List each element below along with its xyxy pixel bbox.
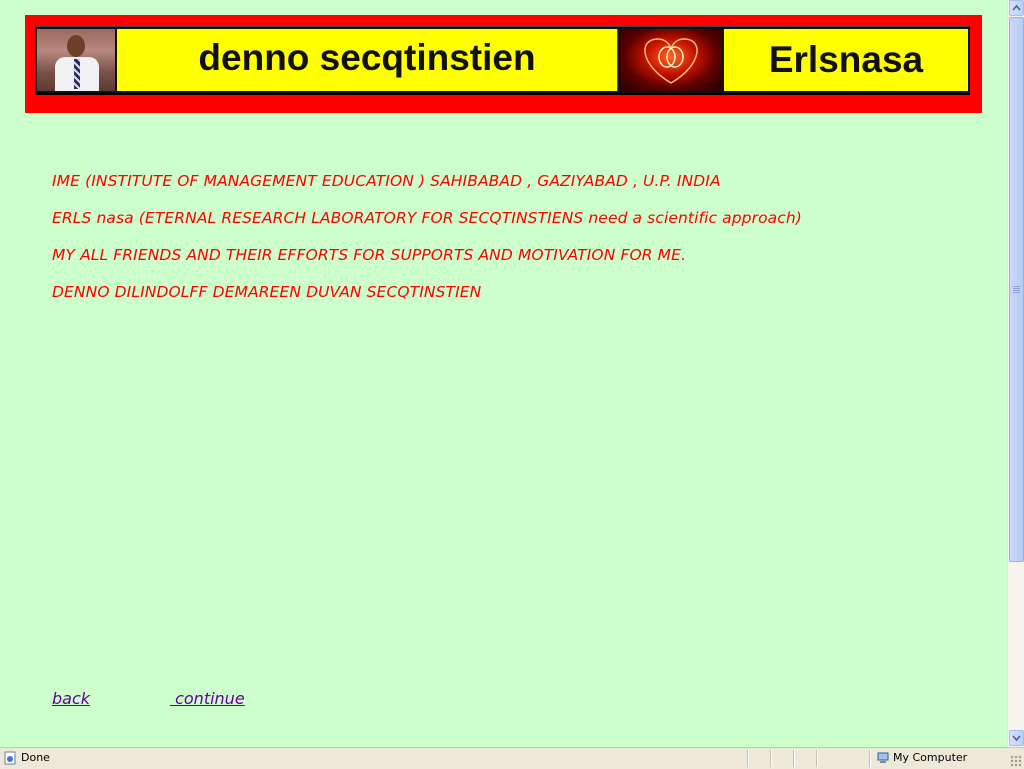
banner-strip: denno secqtinstien Erlsnasa — [35, 26, 970, 95]
ie-page-icon — [4, 751, 16, 765]
acknowledgement-line: DENNO DILINDOLFF DEMAREEN DUVAN SECQTINS… — [52, 283, 482, 301]
banner-title: denno secqtinstien — [198, 37, 536, 78]
acknowledgement-line: IME (INSTITUTE OF MANAGEMENT EDUCATION )… — [52, 172, 721, 190]
security-zone: My Computer — [893, 751, 968, 764]
chevron-down-icon — [1012, 735, 1021, 742]
brand-panel: Erlsnasa — [724, 29, 968, 91]
acknowledgement-line: MY ALL FRIENDS AND THEIR EFFORTS FOR SUP… — [52, 246, 687, 264]
status-bar: Done My Computer — [0, 747, 1024, 769]
scroll-up-button[interactable] — [1009, 0, 1024, 16]
scroll-down-button[interactable] — [1009, 730, 1024, 746]
chevron-up-icon — [1012, 4, 1021, 11]
scroll-thumb[interactable] — [1009, 17, 1024, 562]
vertical-scrollbar[interactable] — [1007, 0, 1024, 747]
back-link[interactable]: back — [52, 689, 90, 708]
acknowledgement-line: ERLS nasa (ETERNAL RESEARCH LABORATORY F… — [52, 209, 802, 227]
resize-grip[interactable] — [1010, 755, 1022, 767]
title-panel: denno secqtinstien — [117, 29, 618, 91]
status-text: Done — [21, 751, 50, 764]
heart-image — [620, 29, 722, 91]
banner-brand: Erlsnasa — [768, 39, 924, 80]
continue-link[interactable]: continue — [170, 689, 245, 708]
browser-viewport: denno secqtinstien Erlsnasa IME (INSTITU… — [0, 0, 1007, 747]
my-computer-icon — [877, 752, 889, 763]
acknowledgement-list: IME (INSTITUTE OF MANAGEMENT EDUCATION )… — [52, 172, 802, 320]
header-banner: denno secqtinstien Erlsnasa — [25, 15, 982, 113]
author-photo — [37, 29, 115, 91]
